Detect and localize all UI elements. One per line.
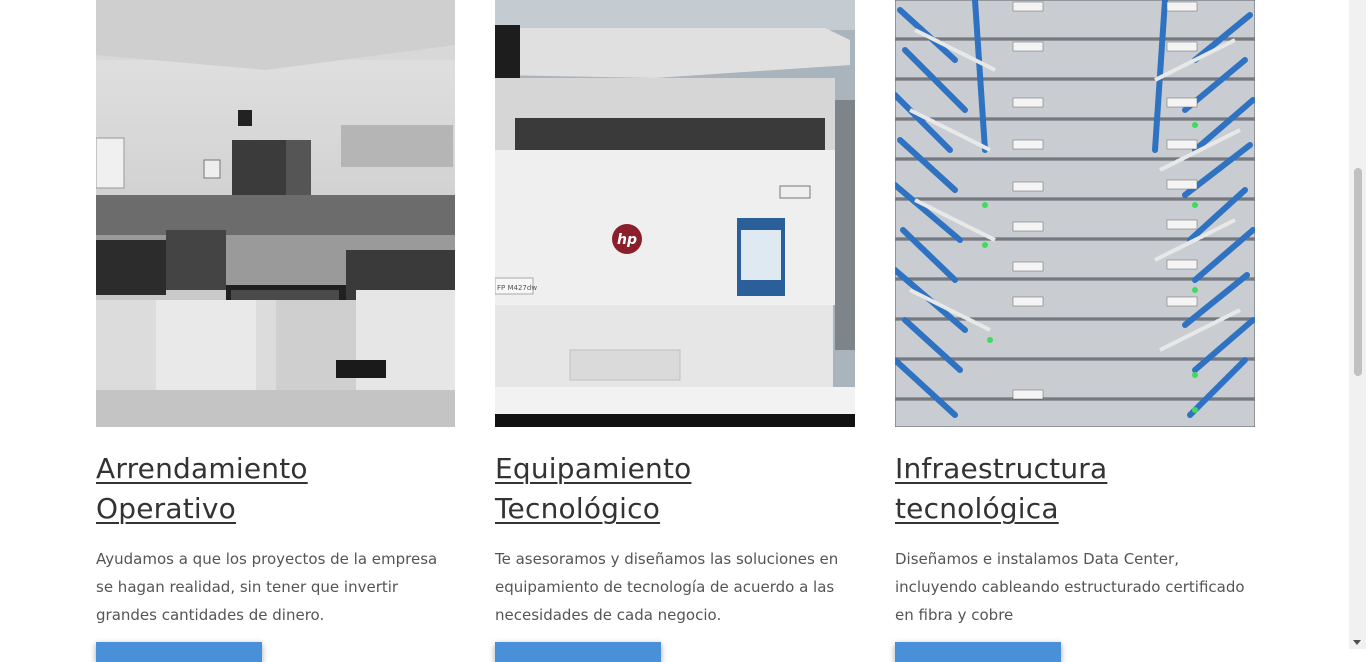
card-title[interactable]: Infraestructura tecnológica bbox=[895, 449, 1255, 529]
desc-line: Te asesoramos y diseñamos las soluciones… bbox=[495, 550, 839, 568]
card-button-infraestructura[interactable] bbox=[895, 642, 1061, 662]
desc-line: en fibra y cobre bbox=[895, 606, 1014, 624]
title-line-1: Infraestructura bbox=[895, 452, 1108, 485]
card-title-link[interactable]: Arrendamiento Operativo bbox=[96, 449, 455, 529]
title-line-1: Arrendamiento bbox=[96, 452, 308, 485]
card-description: Diseñamos e instalamos Data Center, incl… bbox=[895, 545, 1255, 629]
card-button-equipamiento[interactable] bbox=[495, 642, 661, 662]
service-card-arrendamiento: Arrendamiento Operativo Ayudamos a que l… bbox=[96, 0, 455, 629]
printer-image: FP M427dw hp bbox=[495, 0, 855, 427]
card-title-link[interactable]: Infraestructura tecnológica bbox=[895, 449, 1255, 529]
desc-line: grandes cantidades de dinero. bbox=[96, 606, 325, 624]
title-line-2: Tecnológico bbox=[495, 492, 661, 525]
card-description: Te asesoramos y diseñamos las soluciones… bbox=[495, 545, 855, 629]
title-line-1: Equipamiento bbox=[495, 452, 692, 485]
card-title[interactable]: Arrendamiento Operativo bbox=[96, 449, 455, 529]
desc-line: equipamiento de tecnología de acuerdo a … bbox=[495, 578, 835, 596]
classroom-computers-image bbox=[96, 0, 455, 427]
card-title[interactable]: Equipamiento Tecnológico bbox=[495, 449, 855, 529]
scroll-down-arrow-icon[interactable] bbox=[1353, 640, 1361, 645]
printer-model-label: FP M427dw bbox=[497, 284, 537, 292]
scrollbar-thumb[interactable] bbox=[1354, 168, 1362, 376]
hp-logo: hp bbox=[617, 232, 637, 248]
desc-line: se hagan realidad, sin tener que inverti… bbox=[96, 578, 399, 596]
card-title-link[interactable]: Equipamiento Tecnológico bbox=[495, 449, 855, 529]
service-card-infraestructura: Infraestructura tecnológica Diseñamos e … bbox=[895, 0, 1255, 629]
page-scrollbar[interactable] bbox=[1349, 0, 1366, 649]
desc-line: Ayudamos a que los proyectos de la empre… bbox=[96, 550, 438, 568]
server-rack-image bbox=[895, 0, 1255, 427]
service-card-equipamiento: FP M427dw hp Equipamiento Tecnológico Te… bbox=[495, 0, 855, 629]
desc-line: incluyendo cableando estructurado certif… bbox=[895, 578, 1245, 596]
desc-line: necesidades de cada negocio. bbox=[495, 606, 722, 624]
title-line-2: tecnológica bbox=[895, 492, 1059, 525]
desc-line: Diseñamos e instalamos Data Center, bbox=[895, 550, 1179, 568]
card-description: Ayudamos a que los proyectos de la empre… bbox=[96, 545, 455, 629]
title-line-2: Operativo bbox=[96, 492, 236, 525]
card-button-arrendamiento[interactable] bbox=[96, 642, 262, 662]
